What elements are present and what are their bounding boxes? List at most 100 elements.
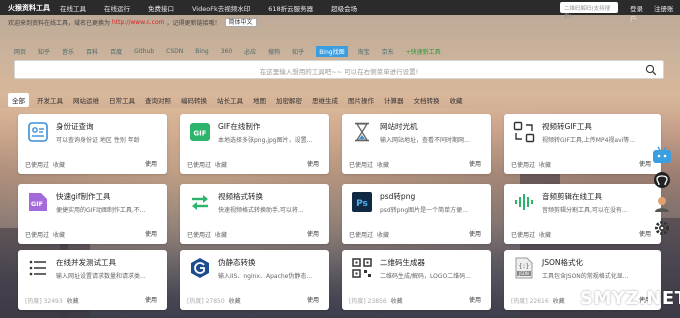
category-tab[interactable]: 地图 xyxy=(253,95,266,105)
use-button[interactable]: 使用 xyxy=(145,159,157,168)
nav-item[interactable]: 在线运行 xyxy=(104,3,130,13)
card-desc: 输入IIS、nginx、Apache伪静态... xyxy=(218,273,313,280)
popularity-label: [热度] 23856 xyxy=(349,298,387,305)
use-button[interactable]: 使用 xyxy=(145,295,157,304)
tool-card[interactable]: 身份证查询 可以查询身份证 地区 性别 年龄 已使用过 收藏 使用 xyxy=(18,114,167,174)
used-label: 已使用过 xyxy=(25,162,50,169)
login-link[interactable]: 登录 xyxy=(630,5,643,13)
engine-tab-active[interactable]: Bing找图 xyxy=(316,46,348,57)
use-button[interactable]: 使用 xyxy=(469,295,481,304)
settings-gear-icon[interactable] xyxy=(652,219,672,237)
tool-card[interactable]: 视频格式转换 快速视频格式转换助手,可以将... 已使用过 收藏 使用 xyxy=(180,184,329,244)
svg-text:GIF: GIF xyxy=(31,200,43,208)
category-tab[interactable]: 文档转换 xyxy=(414,95,440,105)
engine-tab[interactable]: 360 xyxy=(221,48,232,55)
used-label: 已使用过 xyxy=(187,162,212,169)
github-icon[interactable] xyxy=(652,171,672,189)
nav-item[interactable]: 618折云服务器 xyxy=(268,3,313,13)
tool-card[interactable]: 伪静态转换 输入IIS、nginx、Apache伪静态... [热度] 2785… xyxy=(180,250,329,310)
tool-card[interactable]: 视频转GIF工具 视频转GIF工具,上传MP4视avi等... 已使用过 收藏 … xyxy=(504,114,661,174)
engine-tab[interactable]: Bing xyxy=(195,48,208,55)
tool-card[interactable]: Ps psd转png psd转png图片是一个简单方便... 已使用过 收藏 使… xyxy=(342,184,491,244)
category-tab[interactable]: 加密解密 xyxy=(276,95,302,105)
nav-item[interactable]: 免费接口 xyxy=(148,3,174,13)
category-tab[interactable]: 网站运维 xyxy=(73,95,99,105)
engine-tab[interactable]: 知乎 xyxy=(38,47,50,56)
photoshop-icon: Ps xyxy=(352,192,372,212)
tool-card[interactable]: 音频剪辑在线工具 音频剪辑分割工具,可以在没有... 已使用过 收藏 使用 xyxy=(504,184,661,244)
top-search-input[interactable]: 二维码解码(支持搜索) xyxy=(560,2,618,20)
use-button[interactable]: 使用 xyxy=(145,229,157,238)
engine-tab[interactable]: 必应 xyxy=(244,47,256,56)
category-tab[interactable]: 图片操作 xyxy=(348,95,374,105)
engine-tab[interactable]: 百度 xyxy=(110,47,122,56)
card-meta: [热度] 32493 收藏 xyxy=(25,296,79,305)
audio-wave-icon xyxy=(515,194,533,210)
favorite-link[interactable]: 收藏 xyxy=(215,232,227,239)
engine-tab[interactable]: 网页 xyxy=(14,47,26,56)
engine-tab[interactable]: 百科 xyxy=(86,47,98,56)
category-tab[interactable]: 查询对照 xyxy=(145,95,171,105)
category-tab[interactable]: 收藏 xyxy=(450,95,463,105)
favorite-link[interactable]: 收藏 xyxy=(539,162,551,169)
main-search-input[interactable]: 在这里输入想用的工具吧~~ 可以在右侧菜单进行设置! xyxy=(14,60,664,79)
use-button[interactable]: 使用 xyxy=(307,229,319,238)
favorite-link[interactable]: 收藏 xyxy=(553,298,565,305)
search-icon[interactable] xyxy=(645,64,657,76)
use-button[interactable]: 使用 xyxy=(639,229,651,238)
use-button[interactable]: 使用 xyxy=(307,295,319,304)
notice-domain[interactable]: http://www.c.com xyxy=(112,19,164,26)
nav-item[interactable]: 在线工具 xyxy=(60,3,86,13)
engine-tab[interactable]: Github xyxy=(134,48,154,55)
nav-item[interactable]: 超级会场 xyxy=(331,3,357,13)
notice-text: 欢迎来到资料在线工具，域名已更换为 xyxy=(8,19,111,27)
engine-tab[interactable]: 京东 xyxy=(382,47,394,56)
favorite-link[interactable]: 收藏 xyxy=(215,162,227,169)
card-title: 视频转GIF工具 xyxy=(542,122,592,131)
tool-card[interactable]: GIF 快速gif制作工具 便捷实用的GIF动图制作工具,不... 已使用过 收… xyxy=(18,184,167,244)
user-avatar-icon[interactable] xyxy=(652,195,672,213)
card-desc: 本地选择多张png,jpg图片，设置... xyxy=(218,137,313,144)
use-button[interactable]: 使用 xyxy=(307,159,319,168)
engine-tab[interactable]: 知乎 xyxy=(292,47,304,56)
category-tab-all[interactable]: 全部 xyxy=(8,93,29,107)
tool-card[interactable]: 二维码生成器 二维码生成/解码，LOGO二维码... [热度] 23856 收藏… xyxy=(342,250,491,310)
use-button[interactable]: 使用 xyxy=(639,159,651,168)
card-meta: 已使用过 收藏 xyxy=(349,230,389,239)
card-desc: 二维码生成/解码，LOGO二维码... xyxy=(380,273,471,280)
category-tab[interactable]: 思维生成 xyxy=(312,95,338,105)
add-tool-link[interactable]: +快速新工具 xyxy=(406,47,441,56)
tool-card[interactable]: 网站时光机 输入网站地址，查看不同时期网... 已使用过 收藏 使用 xyxy=(342,114,491,174)
tool-card[interactable]: 在线并发测试工具 输入网址设置请求数量和请求类... [热度] 32493 收藏… xyxy=(18,250,167,310)
favorite-link[interactable]: 收藏 xyxy=(53,162,65,169)
card-meta: [热度] 22616 收藏 xyxy=(511,296,565,305)
category-tab[interactable]: 编码转换 xyxy=(181,95,207,105)
engine-tab[interactable]: 淘宝 xyxy=(358,47,370,56)
category-tab[interactable]: 开发工具 xyxy=(37,95,63,105)
favorite-link[interactable]: 收藏 xyxy=(539,232,551,239)
tool-card[interactable]: GIF GIF在线制作 本地选择多张png,jpg图片，设置... 已使用过 收… xyxy=(180,114,329,174)
favorite-link[interactable]: 收藏 xyxy=(53,232,65,239)
engine-tab[interactable]: CSDN xyxy=(166,48,183,55)
category-tab[interactable]: 日常工具 xyxy=(109,95,135,105)
use-button[interactable]: 使用 xyxy=(469,159,481,168)
site-logo[interactable]: 火猴资料工具 xyxy=(8,3,60,13)
favorite-link[interactable]: 收藏 xyxy=(67,298,79,305)
favorite-link[interactable]: 收藏 xyxy=(229,298,241,305)
favorite-link[interactable]: 收藏 xyxy=(377,162,389,169)
engine-tab[interactable]: 音乐 xyxy=(62,47,74,56)
top-navbar: 火猴资料工具 在线工具 在线运行 免费接口 VideoFk去视频水印 618折云… xyxy=(0,0,680,23)
card-title: 在线并发测试工具 xyxy=(56,258,116,267)
favorite-link[interactable]: 收藏 xyxy=(391,298,403,305)
favorite-link[interactable]: 收藏 xyxy=(377,232,389,239)
svg-text:{:}: {:} xyxy=(519,263,530,270)
svg-text:JSON: JSON xyxy=(518,271,529,276)
bilibili-icon[interactable] xyxy=(652,146,672,164)
category-tab[interactable]: 计算器 xyxy=(384,95,404,105)
use-button[interactable]: 使用 xyxy=(469,229,481,238)
nav-item[interactable]: VideoFk去视频水印 xyxy=(192,3,250,13)
popularity-label: [热度] 22616 xyxy=(511,298,549,305)
language-select[interactable]: 简体中文 xyxy=(224,17,257,27)
engine-tab[interactable]: 搜狗 xyxy=(268,47,280,56)
category-tab[interactable]: 站长工具 xyxy=(217,95,243,105)
